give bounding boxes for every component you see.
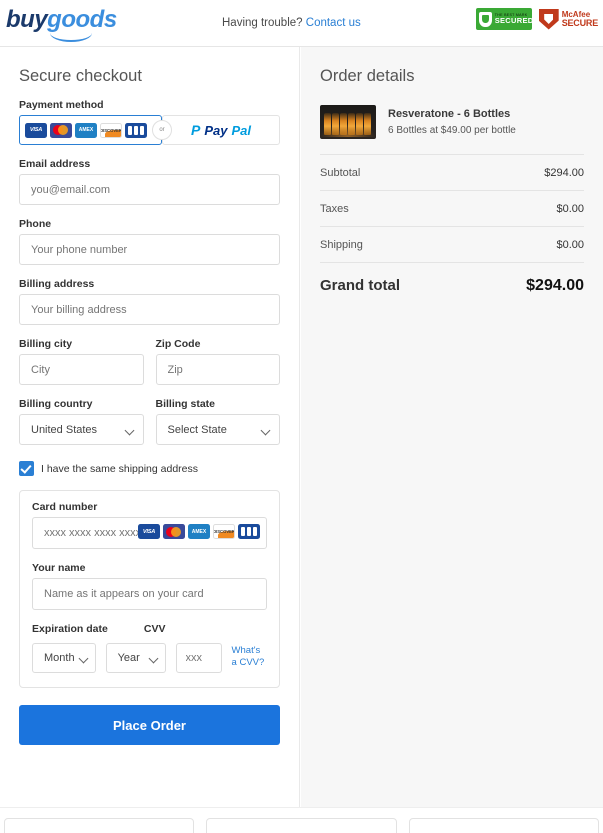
email-label: Email address xyxy=(19,158,91,170)
phone-label: Phone xyxy=(19,218,52,230)
discover-icon: DISCOVER xyxy=(100,122,122,138)
mcafee-secure-badge-icon: McAfee SECURE xyxy=(538,8,599,30)
paypal-pay-label: Pay xyxy=(204,122,228,138)
card-brand-icons: VISA AMEX DISCOVER xyxy=(138,524,260,539)
same-shipping-label: I have the same shipping address xyxy=(41,462,199,475)
card-details-box: Card number VISA AMEX DISCOVER Your name xyxy=(19,490,280,688)
shipping-value: $0.00 xyxy=(556,239,584,251)
grand-total-value: $294.00 xyxy=(526,277,584,294)
order-line-shipping: Shipping $0.00 xyxy=(320,226,584,262)
your-name-label: Your name xyxy=(32,562,86,574)
product-price-detail: 6 Bottles at $49.00 per bottle xyxy=(388,124,516,136)
mcafee-shield-icon xyxy=(538,8,559,30)
chevron-down-icon xyxy=(148,653,158,664)
subtotal-value: $294.00 xyxy=(544,167,584,179)
billing-city-input[interactable] xyxy=(19,354,144,385)
discover-icon: DISCOVER xyxy=(213,524,235,539)
card-number-label: Card number xyxy=(32,501,98,513)
cardholder-name-input[interactable] xyxy=(32,578,267,610)
phone-input[interactable] xyxy=(19,234,280,265)
order-grand-total-row: Grand total $294.00 xyxy=(320,262,584,295)
visa-icon: VISA xyxy=(138,524,160,539)
chevron-down-icon xyxy=(124,425,134,436)
buygoods-logo[interactable]: buygoods xyxy=(6,6,117,42)
footer-card xyxy=(4,818,195,833)
payment-method-label: Payment method xyxy=(19,99,104,111)
expiration-month-value: Month xyxy=(44,652,75,664)
zip-code-input[interactable] xyxy=(155,354,280,385)
contact-us-link[interactable]: Contact us xyxy=(306,17,361,29)
taxes-label: Taxes xyxy=(320,203,349,215)
mcafee-label-line2: SECURE xyxy=(561,18,599,28)
product-name: Resveratone - 6 Bottles xyxy=(388,107,511,120)
expiration-date-label: Expiration date xyxy=(32,623,108,635)
billing-address-label: Billing address xyxy=(19,278,95,290)
billing-country-select[interactable]: United States xyxy=(19,414,144,445)
site-header: buygoods Having trouble? Contact us THE … xyxy=(0,0,603,47)
jcb-icon xyxy=(125,122,147,138)
pay-with-card-option[interactable]: VISA AMEX DISCOVER xyxy=(19,115,162,145)
amex-icon: AMEX xyxy=(75,122,97,138)
cvv-label: CVV xyxy=(143,623,166,635)
checkout-form-panel: Secure checkout Payment method VISA AMEX… xyxy=(0,47,300,807)
order-details-panel: Order details Resveratone - 6 Bottles 6 … xyxy=(301,47,603,807)
billing-state-select[interactable]: Select State xyxy=(155,414,280,445)
pay-with-paypal-option[interactable]: P Pay Pal xyxy=(162,115,280,145)
shield-icon xyxy=(478,11,492,27)
expiration-year-value: Year xyxy=(117,652,140,664)
visa-icon: VISA xyxy=(25,122,47,138)
payment-method-options: VISA AMEX DISCOVER or P Pay Pal xyxy=(19,115,280,145)
place-order-button[interactable]: Place Order xyxy=(19,705,280,745)
billing-address-input[interactable] xyxy=(19,294,280,325)
expiration-year-select[interactable]: Year xyxy=(105,643,166,673)
logo-buy-text: buy xyxy=(6,6,48,33)
order-line-taxes: Taxes $0.00 xyxy=(320,190,584,226)
billing-state-label: Billing state xyxy=(155,398,216,410)
help-text: Having trouble? Contact us xyxy=(222,17,361,29)
checkout-page: buygoods Having trouble? Contact us THE … xyxy=(0,0,603,833)
order-details-title: Order details xyxy=(320,67,415,85)
shipping-label: Shipping xyxy=(320,239,363,251)
mastercard-icon xyxy=(163,524,185,539)
paypal-pal-label: Pal xyxy=(231,122,251,138)
norton-top-label: THE BEST MARK xyxy=(494,13,528,17)
cvv-input[interactable] xyxy=(175,643,222,673)
norton-secured-badge-icon: THE BEST MARK SECURED xyxy=(475,8,534,30)
amex-icon: AMEX xyxy=(188,524,210,539)
footer-card xyxy=(206,818,397,833)
or-separator-label: or xyxy=(152,120,172,140)
footer-card xyxy=(408,818,599,833)
billing-country-label: Billing country xyxy=(19,398,93,410)
logo-swoosh-icon xyxy=(50,33,92,42)
chevron-down-icon xyxy=(78,653,89,664)
order-line-subtotal: Subtotal $294.00 xyxy=(320,154,584,190)
mastercard-icon xyxy=(50,122,72,138)
billing-state-value: Select State xyxy=(167,423,227,436)
email-input[interactable] xyxy=(19,174,280,205)
chevron-down-icon xyxy=(260,425,271,436)
norton-secured-label: SECURED xyxy=(494,16,534,25)
expiration-cvv-row: Month Year What's a CVV? xyxy=(32,643,267,673)
product-image xyxy=(320,105,376,139)
billing-country-value: United States xyxy=(31,423,98,436)
footer-cards xyxy=(0,807,603,833)
same-shipping-checkbox[interactable] xyxy=(19,461,34,476)
logo-goods-text: goods xyxy=(47,6,117,33)
grand-total-label: Grand total xyxy=(320,277,401,294)
same-shipping-address-row[interactable]: I have the same shipping address xyxy=(19,461,280,476)
trust-badges: THE BEST MARK SECURED McAfee SECURE xyxy=(475,8,599,30)
order-product-row: Resveratone - 6 Bottles 6 Bottles at $49… xyxy=(320,105,584,154)
expiration-month-select[interactable]: Month xyxy=(32,643,96,673)
jcb-icon xyxy=(238,524,260,539)
page-title: Secure checkout xyxy=(19,67,142,85)
billing-city-label: Billing city xyxy=(19,338,73,350)
what-is-cvv-link[interactable]: What's a CVV? xyxy=(232,643,267,669)
taxes-value: $0.00 xyxy=(556,203,584,215)
paypal-mark-icon: P xyxy=(191,122,201,138)
zip-code-label: Zip Code xyxy=(155,338,201,350)
having-trouble-label: Having trouble? xyxy=(222,17,303,29)
subtotal-label: Subtotal xyxy=(320,167,361,179)
